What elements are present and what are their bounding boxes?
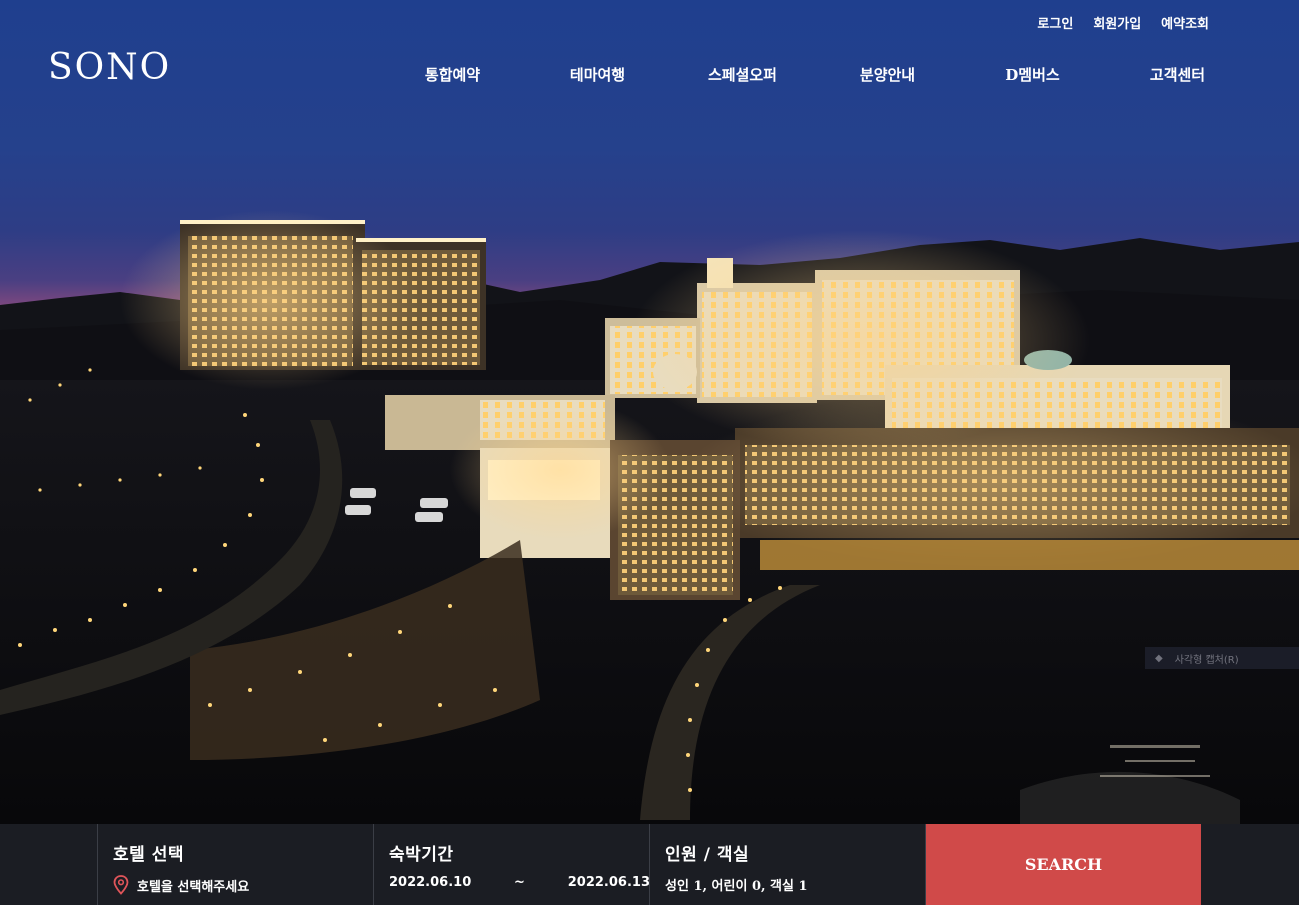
map-pin-icon: [113, 875, 129, 895]
sono-logo[interactable]: SONO: [48, 50, 171, 86]
nav-item-sales-info[interactable]: 분양안내: [815, 64, 960, 85]
booking-bar: 호텔 선택 호텔을 선택해주세요 숙박기간 2022.06.10 ~ 2022.…: [0, 824, 1299, 905]
guests-rooms-summary: 성인 1, 어린이 0, 객실 1: [665, 879, 808, 894]
hotel-select-placeholder: 호텔을 선택해주세요: [137, 879, 250, 895]
capture-hint-label: 사각형 캡처(R): [1174, 654, 1239, 666]
guests-rooms-picker[interactable]: 인원 / 객실 성인 1, 어린이 0, 객실 1: [649, 824, 926, 905]
check-in-date[interactable]: 2022.06.10: [389, 875, 471, 890]
stay-period-title: 숙박기간: [389, 845, 454, 865]
reservation-lookup-link[interactable]: 예약조회: [1161, 13, 1209, 32]
capture-icon: ◆: [1155, 652, 1163, 664]
hotel-select[interactable]: 호텔 선택 호텔을 선택해주세요: [97, 824, 374, 905]
date-separator: ~: [514, 875, 525, 890]
search-button[interactable]: SEARCH: [926, 824, 1201, 905]
hotel-select-title: 호텔 선택: [113, 845, 184, 865]
utility-nav: 로그인 회원가입 예약조회: [1037, 13, 1209, 32]
guests-rooms-title: 인원 / 객실: [665, 845, 750, 865]
stay-period-picker[interactable]: 숙박기간 2022.06.10 ~ 2022.06.13: [373, 824, 650, 905]
nav-item-d-members[interactable]: D멤버스: [960, 64, 1105, 85]
hero-background: [0, 0, 1299, 824]
screen-capture-hint: ◆ 사각형 캡처(R): [1145, 647, 1299, 669]
nav-item-integrated-booking[interactable]: 통합예약: [380, 64, 525, 85]
check-out-date[interactable]: 2022.06.13: [568, 875, 650, 890]
login-link[interactable]: 로그인: [1037, 13, 1073, 32]
signup-link[interactable]: 회원가입: [1093, 13, 1141, 32]
resort-night-photo: [0, 0, 1299, 824]
nav-item-theme-travel[interactable]: 테마여행: [525, 64, 670, 85]
main-nav: 통합예약 테마여행 스페셜오퍼 분양안내 D멤버스 고객센터: [380, 64, 1250, 85]
nav-item-special-offer[interactable]: 스페셜오퍼: [670, 64, 815, 85]
nav-item-customer-center[interactable]: 고객센터: [1105, 64, 1250, 85]
